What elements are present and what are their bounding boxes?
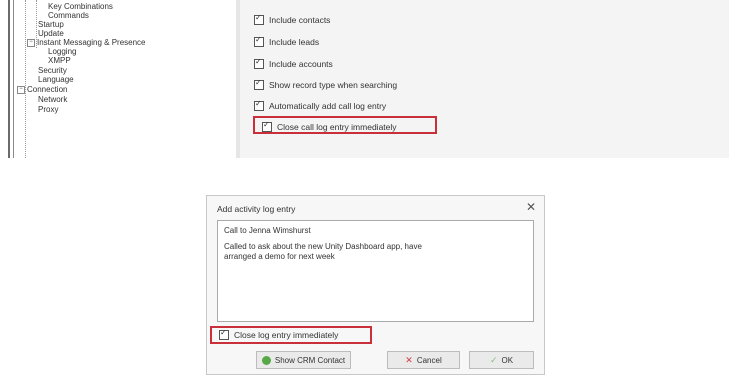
close-icon[interactable]: ✕ xyxy=(526,200,536,214)
tree-item-network[interactable]: Network xyxy=(38,95,67,104)
tree-item-language[interactable]: Language xyxy=(38,75,74,84)
button-label: Cancel xyxy=(416,355,442,365)
log-entry-textarea[interactable]: Call to Jenna Wimshurst Called to ask ab… xyxy=(217,220,534,322)
tree-item-connection[interactable]: − Connection xyxy=(17,85,67,94)
option-show-record-type[interactable]: Show record type when searching xyxy=(254,78,398,90)
collapse-icon[interactable]: − xyxy=(27,38,35,47)
tree-item-label: Key Combinations xyxy=(48,2,113,11)
tree-item-instant-messaging[interactable]: − Instant Messaging & Presence xyxy=(27,38,146,47)
tree-item-label: Security xyxy=(38,66,67,75)
tree-item-label: Connection xyxy=(27,85,68,94)
tree-item-label: Logging xyxy=(48,47,77,56)
settings-panel: Key Combinations Commands Startup Update… xyxy=(0,0,729,158)
tree-item-label: Instant Messaging & Presence xyxy=(37,38,146,47)
highlight-box xyxy=(253,116,437,134)
option-include-accounts[interactable]: Include accounts xyxy=(254,57,333,69)
tree-item-label: Network xyxy=(38,95,68,104)
crm-icon xyxy=(261,355,271,365)
log-entry-line: Called to ask about the new Unity Dashbo… xyxy=(224,242,422,251)
tree-border-inner xyxy=(13,0,14,158)
option-label: Automatically add call log entry xyxy=(269,101,387,111)
checkbox[interactable] xyxy=(254,13,264,25)
dialog-title: Add activity log entry xyxy=(217,204,296,214)
tree-item-xmpp[interactable]: XMPP xyxy=(48,56,71,65)
log-entry-line: Call to Jenna Wimshurst xyxy=(224,226,311,235)
option-label: Include leads xyxy=(269,37,320,47)
cancel-button[interactable]: ✕ Cancel xyxy=(387,351,460,369)
tree-item-label: XMPP xyxy=(48,56,71,65)
tree-item-startup[interactable]: Startup xyxy=(38,20,64,29)
tree-item-key-combinations[interactable]: Key Combinations xyxy=(48,2,113,11)
tree-item-commands[interactable]: Commands xyxy=(48,11,89,20)
button-label: OK xyxy=(501,355,514,365)
options-panel: Include contacts Include leads Include a… xyxy=(240,0,729,158)
x-icon: ✕ xyxy=(405,354,413,365)
collapse-icon[interactable]: − xyxy=(17,85,25,94)
highlight-box xyxy=(210,326,372,344)
tree-item-label: Update xyxy=(38,29,64,38)
add-activity-dialog: Add activity log entry ✕ Call to Jenna W… xyxy=(206,195,545,375)
tree-item-logging[interactable]: Logging xyxy=(48,47,76,56)
option-auto-add-call-log[interactable]: Automatically add call log entry xyxy=(254,99,387,111)
tree-item-label: Language xyxy=(38,75,74,84)
option-label: Include contacts xyxy=(269,15,331,25)
option-label: Show record type when searching xyxy=(269,80,398,90)
tree-item-proxy[interactable]: Proxy xyxy=(38,105,58,114)
tree-item-label: Startup xyxy=(38,20,64,29)
option-label: Include accounts xyxy=(269,59,333,69)
button-label: Show CRM Contact xyxy=(274,355,346,365)
checkbox[interactable] xyxy=(254,99,264,111)
tree-item-update[interactable]: Update xyxy=(38,29,64,38)
option-include-contacts[interactable]: Include contacts xyxy=(254,13,331,25)
show-crm-contact-button[interactable]: Show CRM Contact xyxy=(256,351,351,369)
tree-guide xyxy=(25,0,26,158)
checkbox[interactable] xyxy=(254,78,264,90)
check-icon: ✓ xyxy=(489,354,498,365)
settings-tree: Key Combinations Commands Startup Update… xyxy=(8,0,236,158)
ok-button[interactable]: ✓ OK xyxy=(469,351,534,369)
tree-border xyxy=(8,0,10,158)
tree-item-security[interactable]: Security xyxy=(38,66,67,75)
checkbox[interactable] xyxy=(254,35,264,47)
tree-item-label: Proxy xyxy=(38,105,59,114)
log-entry-line: arranged a demo for next week xyxy=(224,252,335,261)
tree-item-label: Commands xyxy=(48,11,89,20)
option-include-leads[interactable]: Include leads xyxy=(254,35,320,47)
checkbox[interactable] xyxy=(254,57,264,69)
